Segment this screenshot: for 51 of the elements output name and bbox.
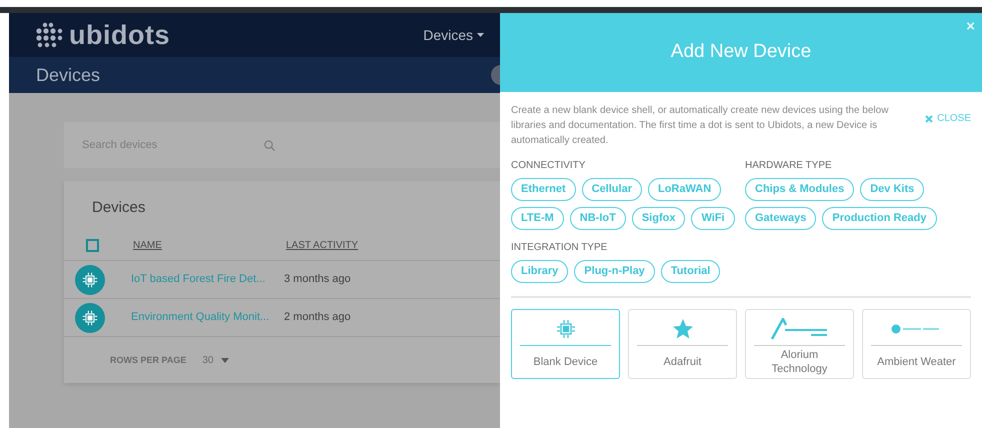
alorium-logo [770,318,828,340]
table-cell-text: 3 months ago [284,272,351,288]
table-cell-text: 2 months ago [284,310,351,326]
device-link[interactable]: IoT based Forest Fire Det... [131,271,284,288]
filter-tag[interactable]: Gateways [745,207,816,230]
filter-tag[interactable]: NB-IoT [570,207,626,230]
section-heading: INTEGRATION TYPE [511,241,608,255]
chip-icon [556,319,576,339]
filter-tag[interactable]: LoRaWAN [648,178,722,201]
chip-icon [82,272,98,288]
filter-tag[interactable]: Dev Kits [860,178,924,201]
filter-tag[interactable]: Plug-n-Play [574,260,655,283]
search-icon[interactable] [264,140,275,150]
integration-card[interactable]: Adafruit [628,309,737,379]
filter-tag[interactable]: LTE-M [511,207,564,230]
integration-card[interactable]: Alorium Technology [745,309,854,379]
filter-tag[interactable]: Ethernet [511,178,576,201]
chip-icon [82,310,98,326]
rows-per-page-select[interactable]: 30 [202,353,230,368]
card-label: Ambient Weater [877,355,956,369]
caret-icon [477,33,484,37]
devices-menu[interactable]: Devices [423,24,484,46]
card-title: Devices [92,199,146,216]
close-icon [925,114,934,122]
description-text: Create a new blank device shell, or automatically create new devices using the below libraries and documentation. The first time a dot is sent to Ubidots, a new Device is automatically created. [511,104,890,148]
star-icon [672,318,694,340]
select-all-checkbox[interactable] [86,239,99,252]
close-button[interactable]: CLOSE [925,111,971,126]
card-label: Adafruit [664,355,702,369]
logo-text: ubidots [69,18,170,52]
device-link[interactable]: Environment Quality Monit... [131,309,284,326]
card-label: Alorium Technology [770,348,828,376]
integration-card[interactable]: Blank Device [511,309,620,379]
filter-tag[interactable]: Production Ready [822,207,936,230]
column-header[interactable]: LAST ACTIVITY [286,238,436,253]
filter-tag[interactable]: Chips & Modules [745,178,854,201]
rows-per-page-label: ROWS PER PAGE [110,354,186,367]
card-label: Blank Device [533,355,598,369]
drawer-title: Add New Device [670,40,812,64]
filter-tag[interactable]: Tutorial [660,260,720,283]
section-heading: HARDWARE TYPE [745,159,833,173]
integration-card[interactable]: Ambient Weater [862,309,971,379]
page-title: Devices [36,64,100,86]
filter-tag[interactable]: Library [511,260,568,283]
logo-icon [35,22,65,48]
column-header[interactable]: NAME [133,238,286,253]
caret-icon [221,358,230,363]
filter-tag[interactable]: Sigfox [632,207,686,230]
section-heading: CONNECTIVITY [511,159,586,173]
filter-tag[interactable]: Cellular [582,178,642,201]
filter-tag[interactable]: WiFi [691,207,735,230]
